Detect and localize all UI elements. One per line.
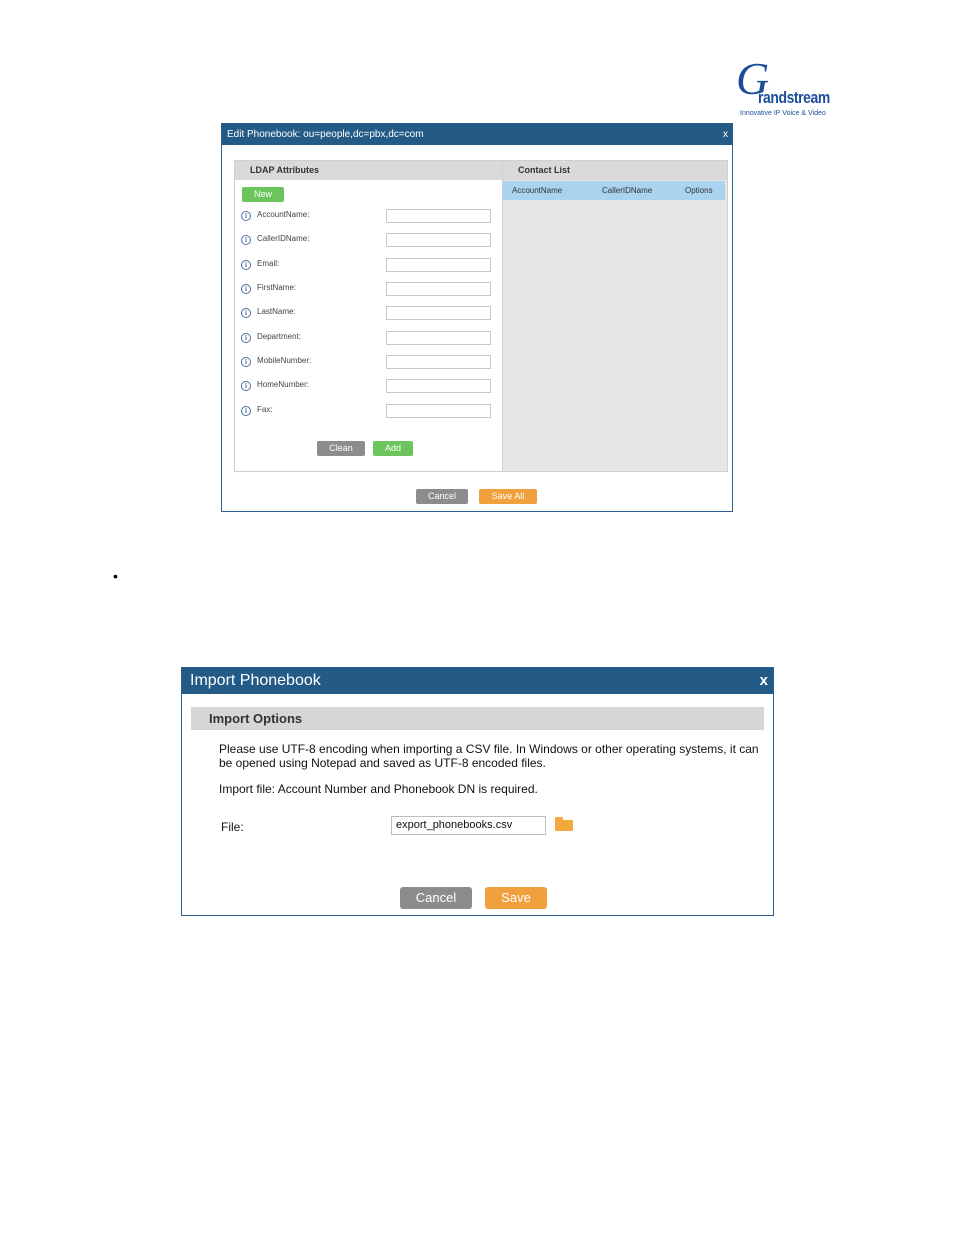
attr-label: FirstName: <box>257 283 297 292</box>
fax-input[interactable] <box>386 404 491 418</box>
column-header-options: Options <box>685 186 713 195</box>
attr-label: Email: <box>257 259 280 268</box>
new-button[interactable]: New <box>242 187 284 202</box>
cancel-button[interactable]: Cancel <box>416 489 468 504</box>
close-icon[interactable]: x <box>723 124 728 145</box>
ldap-attributes-panel: LDAP Attributes New i AccountName: i Cal… <box>234 160 503 472</box>
attr-row-lastname: i LastName: <box>241 306 496 322</box>
requirement-note: Import file: Account Number and Phoneboo… <box>219 782 538 796</box>
bullet-marker: • <box>113 568 118 584</box>
logo-tagline: Innovative IP Voice & Video <box>740 110 826 117</box>
attr-row-accountname: i AccountName: <box>241 209 496 225</box>
info-icon[interactable]: i <box>241 308 251 318</box>
lastname-input[interactable] <box>386 306 491 320</box>
clean-button[interactable]: Clean <box>317 441 365 456</box>
add-button[interactable]: Add <box>373 441 413 456</box>
attr-label: AccountName: <box>257 210 310 219</box>
import-options-header: Import Options <box>191 707 764 730</box>
contact-list-panel: Contact List AccountName CallerIDName Op… <box>502 160 728 472</box>
attr-label: LastName: <box>257 307 296 316</box>
import-phonebook-title: Import Phonebook <box>190 672 321 689</box>
attr-label: Department: <box>257 332 302 341</box>
edit-phonebook-title: Edit Phonebook: ou=people,dc=pbx,dc=com <box>227 129 424 140</box>
info-icon[interactable]: i <box>241 211 251 221</box>
attr-label: CallerIDName: <box>257 234 310 243</box>
info-icon[interactable]: i <box>241 235 251 245</box>
file-input[interactable]: export_phonebooks.csv <box>391 816 546 835</box>
attr-label: MobileNumber: <box>257 356 312 365</box>
department-input[interactable] <box>386 331 491 345</box>
attr-row-mobilenumber: i MobileNumber: <box>241 355 496 371</box>
contact-list-header: Contact List <box>503 161 727 180</box>
attr-label: Fax: <box>257 405 273 414</box>
info-icon[interactable]: i <box>241 260 251 270</box>
grandstream-logo: G randstream Innovative IP Voice & Video <box>736 56 836 120</box>
homenumber-input[interactable] <box>386 379 491 393</box>
file-label: File: <box>221 820 244 834</box>
edit-phonebook-dialog: Edit Phonebook: ou=people,dc=pbx,dc=com … <box>221 123 733 512</box>
info-icon[interactable]: i <box>241 284 251 294</box>
import-phonebook-titlebar: Import Phonebook x <box>182 668 773 694</box>
mobilenumber-input[interactable] <box>386 355 491 369</box>
folder-icon[interactable] <box>555 817 573 831</box>
contact-list-table-header: AccountName CallerIDName Options <box>503 181 725 200</box>
firstname-input[interactable] <box>386 282 491 296</box>
attr-row-email: i Email: <box>241 258 496 274</box>
attr-label: HomeNumber: <box>257 380 310 389</box>
edit-phonebook-titlebar: Edit Phonebook: ou=people,dc=pbx,dc=com … <box>222 124 732 145</box>
cancel-button[interactable]: Cancel <box>400 887 472 909</box>
email-input[interactable] <box>386 258 491 272</box>
utf8-note: Please use UTF-8 encoding when importing… <box>219 742 759 770</box>
folder-icon-body <box>555 820 573 831</box>
save-all-button[interactable]: Save All <box>479 489 537 504</box>
info-icon[interactable]: i <box>241 357 251 367</box>
attr-row-calleridname: i CallerIDName: <box>241 233 496 249</box>
logo-word: randstream <box>758 88 830 107</box>
info-icon[interactable]: i <box>241 333 251 343</box>
calleridname-input[interactable] <box>386 233 491 247</box>
attr-row-fax: i Fax: <box>241 404 496 420</box>
attr-row-department: i Department: <box>241 331 496 347</box>
info-icon[interactable]: i <box>241 381 251 391</box>
attr-row-homenumber: i HomeNumber: <box>241 379 496 395</box>
import-phonebook-dialog: Import Phonebook x Import Options Please… <box>181 667 774 916</box>
save-button[interactable]: Save <box>485 887 547 909</box>
column-header-accountname[interactable]: AccountName <box>512 181 562 200</box>
close-icon[interactable]: x <box>760 668 768 694</box>
ldap-attributes-header: LDAP Attributes <box>235 161 502 180</box>
accountname-input[interactable] <box>386 209 491 223</box>
info-icon[interactable]: i <box>241 406 251 416</box>
column-header-calleridname[interactable]: CallerIDName <box>602 181 652 200</box>
attr-row-firstname: i FirstName: <box>241 282 496 298</box>
